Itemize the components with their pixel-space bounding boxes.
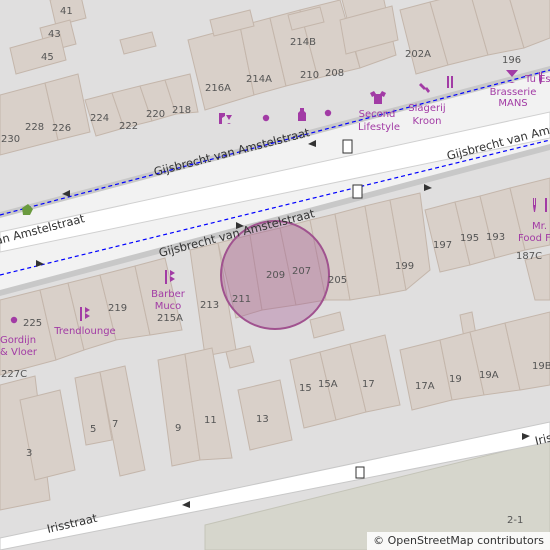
house-number: 19A xyxy=(479,370,499,381)
house-number: 219 xyxy=(108,303,127,314)
parking-sign-icon xyxy=(352,184,363,199)
house-number: 228 xyxy=(25,122,44,133)
poi-label: & Vloer xyxy=(0,347,38,358)
house-number: 11 xyxy=(204,415,217,426)
house-number: 225 xyxy=(23,318,42,329)
house-number: 7 xyxy=(112,419,118,430)
poi-label: Slagerij xyxy=(408,103,445,114)
shop-icon xyxy=(447,76,449,88)
clothes-icon xyxy=(370,91,386,104)
house-number: 207 xyxy=(292,266,311,277)
house-number: 17A xyxy=(415,381,435,392)
attribution-link[interactable]: OpenStreetMap contributors xyxy=(388,534,544,547)
house-number: 193 xyxy=(486,232,505,243)
poi-label: Food F xyxy=(518,233,550,244)
poi-label: MANS xyxy=(498,98,527,109)
road-label: Iris xyxy=(534,430,550,448)
map-view[interactable]: Gijsbrecht van Amstelstraat Gijsbrecht v… xyxy=(0,0,550,550)
house-number: 197 xyxy=(433,240,452,251)
house-number: 187C xyxy=(516,251,542,262)
attribution[interactable]: © OpenStreetMap contributors xyxy=(367,532,550,550)
parking-sign-icon xyxy=(355,466,365,479)
wine-icon xyxy=(226,115,232,124)
butcher-icon xyxy=(419,83,430,93)
dot-icon xyxy=(10,316,18,324)
bottle-icon xyxy=(298,108,306,121)
house-number: 209 xyxy=(266,270,285,281)
house-number: 208 xyxy=(325,68,344,79)
house-number: 226 xyxy=(52,123,71,134)
house-number: 5 xyxy=(90,424,96,435)
house-number: 9 xyxy=(175,423,181,434)
house-number: 41 xyxy=(60,6,73,17)
poi-label: Brasserie xyxy=(490,87,537,98)
copyright-symbol: © xyxy=(373,534,385,547)
house-number: 220 xyxy=(146,109,165,120)
dot-icon xyxy=(262,114,270,122)
house-number: 218 xyxy=(172,105,191,116)
house-number: 216A xyxy=(205,83,231,94)
map-canvas: Gijsbrecht van Amstelstraat Gijsbrecht v… xyxy=(0,0,550,550)
house-number: 202A xyxy=(405,49,431,60)
house-number: 205 xyxy=(328,275,347,286)
house-number: 199 xyxy=(395,261,414,272)
poi-label: Gordijn xyxy=(0,335,36,346)
house-number: 19B xyxy=(532,361,550,372)
poi-label: Tu Es xyxy=(524,74,550,85)
house-number: 215A xyxy=(157,313,183,324)
poi-label: Kroon xyxy=(412,116,441,127)
house-number: 45 xyxy=(41,52,54,63)
house-number: 2-1 xyxy=(507,515,523,526)
house-number: 227C xyxy=(1,369,27,380)
house-number: 17 xyxy=(362,379,375,390)
parking-sign-icon xyxy=(342,139,353,154)
poi-label: Muco xyxy=(155,301,182,312)
poi-label: Mr. F xyxy=(532,221,550,232)
hairdresser-icon xyxy=(165,270,175,284)
house-number: 196 xyxy=(502,55,521,66)
house-number: 43 xyxy=(48,29,61,40)
dot-icon xyxy=(324,109,332,117)
house-number: 19 xyxy=(449,374,462,385)
house-number: 222 xyxy=(119,121,138,132)
house-number: 15 xyxy=(299,383,312,394)
house-number: 214B xyxy=(290,37,316,48)
house-number: 213 xyxy=(200,300,219,311)
house-number: 15A xyxy=(318,379,338,390)
house-number: 3 xyxy=(26,448,32,459)
house-number: 224 xyxy=(90,113,109,124)
poi-label: Barber xyxy=(151,289,186,300)
house-number: 211 xyxy=(232,294,251,305)
house-number: 195 xyxy=(460,233,479,244)
poi-label: Second xyxy=(359,109,396,120)
house-number: 210 xyxy=(300,70,319,81)
house-number: 230 xyxy=(1,134,20,145)
bottle-icon xyxy=(219,113,225,124)
poi-label: Lifestyle xyxy=(358,122,400,133)
poi-label: Trendlounge xyxy=(53,326,115,337)
house-number: 214A xyxy=(246,74,272,85)
house-number: 13 xyxy=(256,414,269,425)
